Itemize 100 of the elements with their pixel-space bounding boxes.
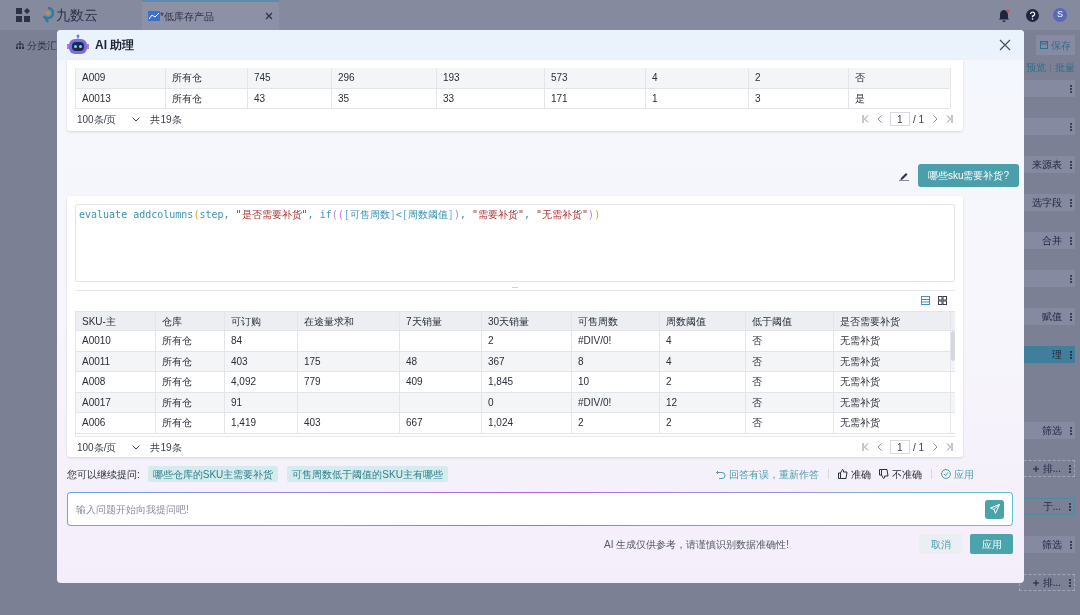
app-logo[interactable]: 九数云	[42, 4, 112, 26]
table-cell: 367	[482, 351, 572, 371]
page-total: / 1	[912, 112, 924, 127]
suggestion-chip[interactable]: 可售周数低于阈值的SKU主有哪些	[287, 466, 448, 482]
save-icon	[1040, 41, 1048, 49]
send-button[interactable]	[985, 499, 1004, 519]
toolbar-label[interactable]: 分类汇	[27, 37, 57, 53]
table-cell: 所有仓	[156, 392, 225, 412]
column-header[interactable]: 低于阈值	[746, 312, 834, 330]
feedback-button[interactable]: 准确	[838, 466, 871, 482]
table-cell: 403	[225, 351, 298, 371]
table-cell: 33	[437, 88, 545, 108]
table-cell: 2	[482, 331, 572, 351]
table-cell: 否	[746, 351, 834, 371]
column-header[interactable]: 周数阈值	[660, 312, 746, 330]
user-avatar[interactable]: S	[1053, 8, 1067, 22]
grid-view-icon[interactable]	[938, 296, 947, 305]
plus-icon	[1032, 579, 1039, 586]
page-input[interactable]: 1	[889, 112, 910, 126]
table-cell: 1,024	[482, 413, 572, 433]
table-cell: 所有仓	[166, 88, 248, 108]
column-header[interactable]: 可售周数	[572, 312, 660, 330]
table-cell: 1,419	[225, 413, 298, 433]
code-editor[interactable]: evaluate addcolumns(step, "是否需要补货", if(([可售周数]<[周数阈值]), "需要补货", "无需补货"))	[75, 204, 955, 282]
table-cell: 175	[298, 351, 400, 371]
page-input[interactable]: 1	[889, 440, 910, 454]
table-cell: 所有仓	[166, 68, 248, 88]
first-page-icon[interactable]	[861, 115, 869, 123]
table-cell: 0	[482, 392, 572, 412]
previous-page-icon[interactable]	[876, 443, 882, 451]
thumbs-down-icon	[879, 469, 889, 479]
column-header[interactable]: 仓库	[156, 312, 225, 330]
page-total: / 1	[912, 440, 924, 455]
close-icon[interactable]	[265, 12, 273, 20]
table-view-icon[interactable]	[921, 296, 930, 305]
table-cell: 否	[746, 413, 834, 433]
column-header[interactable]: 可订购	[225, 312, 298, 330]
table-cell: 84	[225, 331, 298, 351]
column-header[interactable]: 7天销量	[400, 312, 482, 330]
table-cell: 48	[400, 351, 482, 371]
first-page-icon[interactable]	[861, 443, 869, 451]
suggestions-label: 您可以继续提问:	[67, 467, 140, 482]
bell-icon[interactable]	[998, 8, 1010, 22]
table-cell: #DIV/0!	[572, 392, 660, 412]
table-cell: 43	[248, 88, 332, 108]
table-cell: 3	[749, 88, 849, 108]
column-header[interactable]: 是否需要补货	[834, 312, 951, 330]
next-page-icon[interactable]	[933, 443, 938, 451]
table-cell: 8	[572, 351, 660, 371]
table-cell: 1	[646, 88, 749, 108]
last-page-icon[interactable]	[946, 443, 953, 451]
table-cell: 所有仓	[156, 413, 225, 433]
close-icon[interactable]	[999, 39, 1011, 51]
help-icon[interactable]	[1026, 8, 1039, 22]
page-size-select[interactable]: 100条/页	[77, 439, 141, 455]
edit-icon[interactable]	[898, 170, 909, 181]
chart-icon	[148, 11, 160, 21]
feedback-button[interactable]: 应用	[941, 466, 974, 482]
suggestion-chip[interactable]: 哪些仓库的SKU主需要补货	[147, 466, 279, 482]
feedback-button[interactable]: 不准确	[879, 466, 922, 482]
table-cell: 所有仓	[156, 372, 225, 392]
table-cell: A009	[76, 68, 166, 88]
table-cell: 4	[660, 331, 746, 351]
thumbs-up-icon	[838, 469, 848, 479]
plus-icon	[1032, 465, 1039, 472]
logo-icon	[42, 7, 54, 23]
table-cell: 无需补货	[834, 392, 951, 412]
table-cell: 779	[298, 372, 400, 392]
next-page-icon[interactable]	[933, 115, 938, 123]
table-cell: #DIV/0!	[572, 331, 660, 351]
apps-icon[interactable]	[16, 8, 30, 22]
apply-button[interactable]: 应用	[970, 534, 1013, 554]
table-cell: 403	[298, 413, 400, 433]
previous-page-icon[interactable]	[876, 115, 882, 123]
feedback-button[interactable]: 回答有误，重新作答	[716, 466, 819, 482]
caret-icon	[132, 444, 141, 450]
table-cell: 91	[225, 392, 298, 412]
last-page-icon[interactable]	[946, 115, 953, 123]
document-tab[interactable]: *低库存产品	[142, 0, 279, 30]
cancel-button[interactable]: 取消	[919, 534, 962, 554]
undo-icon	[716, 469, 726, 479]
table-cell: 否	[746, 392, 834, 412]
table-cell: 否	[746, 331, 834, 351]
table-cell: 2	[749, 68, 849, 88]
caret-icon	[132, 116, 141, 122]
total-count: 共19条	[150, 112, 182, 127]
table-cell: 4	[660, 351, 746, 371]
table-cell: 否	[746, 372, 834, 392]
page-size-select[interactable]: 100条/页	[77, 111, 141, 127]
table-cell: A0013	[76, 88, 166, 108]
table-cell: 无需补货	[834, 372, 951, 392]
scrollbar-thumb[interactable]	[951, 331, 955, 361]
question-bubble: 哪些sku需要补货?	[917, 164, 1019, 187]
table-cell: 10	[572, 372, 660, 392]
table-cell: 所有仓	[156, 331, 225, 351]
table-cell: 4	[646, 68, 749, 88]
table-cell: A0011	[76, 351, 156, 371]
column-header[interactable]: 30天销量	[482, 312, 572, 330]
column-header[interactable]: 在途量求和	[298, 312, 400, 330]
column-header[interactable]: SKU-主	[76, 312, 156, 330]
